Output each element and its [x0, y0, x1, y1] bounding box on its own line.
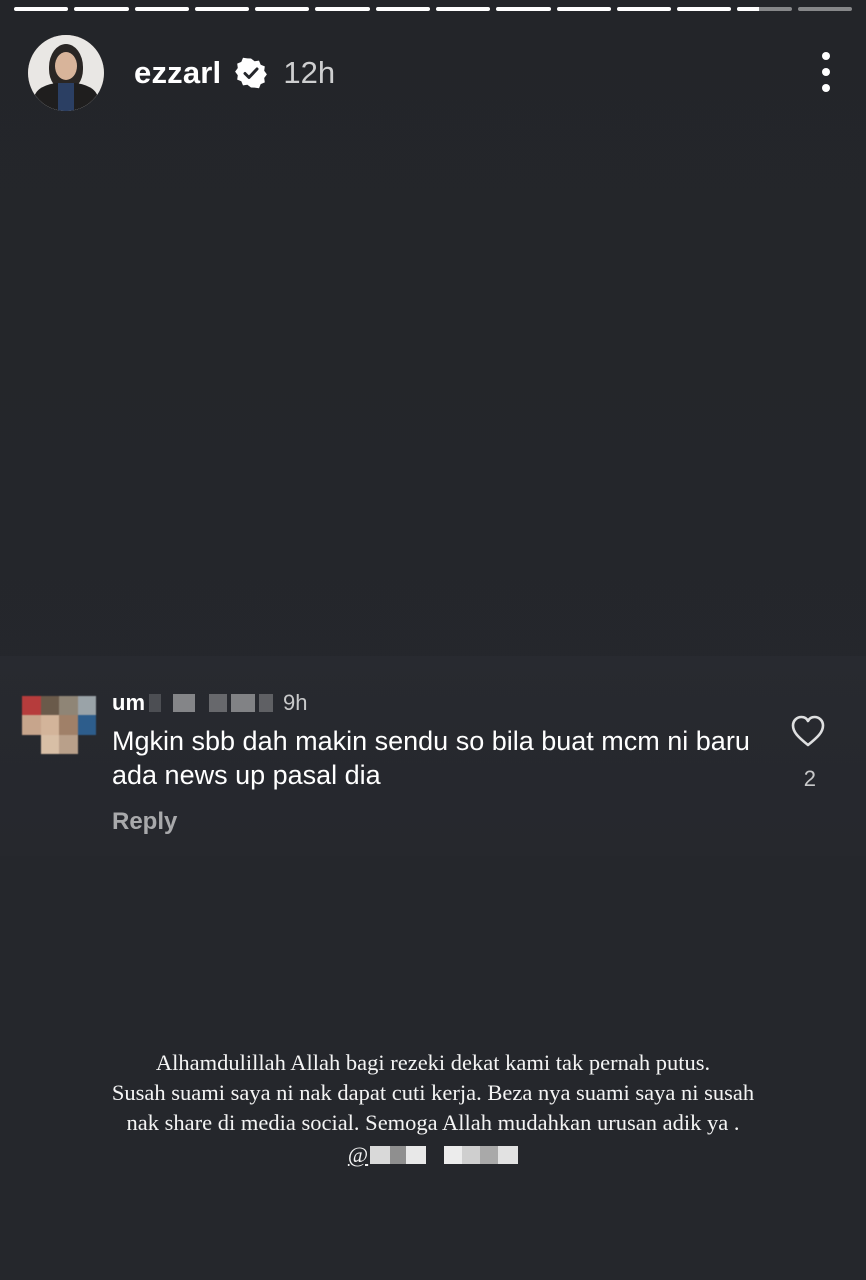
redacted-block — [462, 1146, 481, 1164]
progress-fill — [134, 7, 189, 11]
progress-segment — [556, 7, 611, 11]
progress-fill — [677, 7, 732, 11]
progress-segment — [435, 7, 491, 11]
progress-fill — [255, 7, 310, 11]
progress-fill — [435, 7, 491, 11]
story-timestamp: 12h — [283, 55, 336, 90]
progress-fill — [616, 7, 672, 11]
progress-segment — [74, 7, 129, 11]
progress-fill — [74, 7, 129, 11]
more-options-icon[interactable] — [816, 52, 836, 92]
redacted-block — [173, 694, 195, 712]
comment-text: Mgkin sbb dah makin sendu so bila buat m… — [112, 726, 750, 790]
progress-segment — [14, 7, 69, 11]
redacted-block — [480, 1146, 499, 1164]
story-caption: Alhamdulillah Allah bagi rezeki dekat ka… — [40, 1048, 826, 1170]
redacted-block — [231, 694, 255, 712]
progress-segment — [255, 7, 310, 11]
progress-segment — [737, 7, 792, 11]
progress-segment — [375, 7, 430, 11]
progress-fill — [556, 7, 611, 11]
like-count: 2 — [803, 766, 816, 791]
profile-avatar[interactable] — [28, 35, 104, 111]
redacted-block — [209, 694, 227, 712]
redacted-block — [259, 694, 273, 712]
caption-line: Alhamdulillah Allah bagi rezeki dekat ka… — [155, 1050, 711, 1075]
progress-fill — [315, 7, 370, 11]
story-username[interactable]: ezzarl — [134, 55, 221, 91]
caption-line: nak share di media social. Semoga Allah … — [126, 1110, 740, 1135]
verified-badge-icon — [235, 57, 268, 89]
redacted-block — [444, 1146, 463, 1164]
redacted-block — [370, 1146, 391, 1164]
progress-segment — [134, 7, 189, 11]
story-header: ezzarl 12h — [28, 34, 836, 112]
reply-button[interactable]: Reply — [112, 808, 177, 836]
progress-fill — [14, 7, 69, 11]
redacted-block — [406, 1146, 427, 1164]
progress-segment — [797, 7, 852, 11]
progress-fill — [194, 7, 250, 11]
progress-segment — [194, 7, 250, 11]
comment-card: um 9h Mgkin sbb dah makin sendu so bila … — [0, 656, 866, 856]
progress-segment — [616, 7, 672, 11]
mention-prefix: @ — [347, 1142, 369, 1167]
progress-fill — [375, 7, 430, 11]
mention-tag[interactable]: @ — [40, 1140, 826, 1170]
commenter-avatar[interactable] — [22, 696, 96, 754]
story-progress-bar — [14, 7, 852, 11]
heart-icon[interactable] — [790, 714, 826, 750]
commenter-username[interactable]: um 9h — [112, 690, 307, 716]
story-view[interactable]: ezzarl 12h um 9h Mgkin sbb dah makin sen… — [0, 0, 866, 1280]
comment-timestamp: 9h — [283, 690, 308, 715]
caption-line: Susah suami saya ni nak dapat cuti kerja… — [111, 1080, 755, 1105]
progress-segment — [677, 7, 732, 11]
redacted-block — [149, 694, 161, 712]
progress-fill — [737, 7, 760, 11]
progress-segment — [315, 7, 370, 11]
progress-segment — [496, 7, 551, 11]
redacted-block — [498, 1146, 519, 1164]
progress-fill — [496, 7, 551, 11]
redacted-block — [390, 1146, 407, 1164]
